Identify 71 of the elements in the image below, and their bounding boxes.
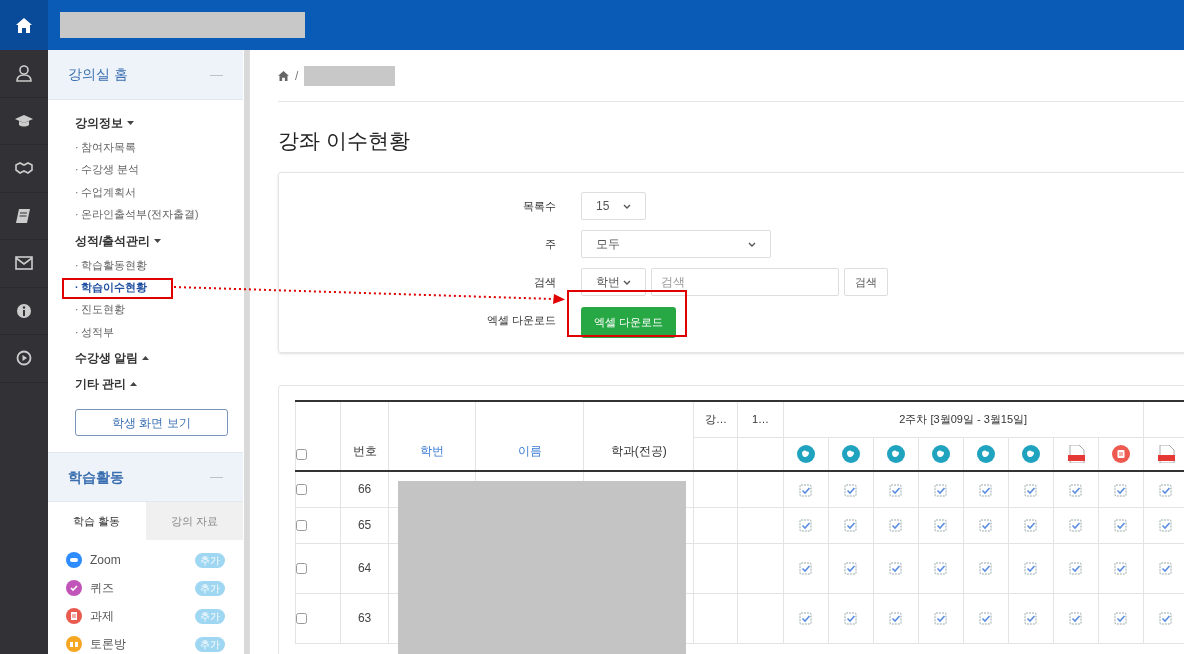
menu-item[interactable]: · 학습이수현황 (75, 275, 243, 299)
field-label: 엑셀 다운로드 (485, 312, 556, 328)
mail-icon[interactable] (15, 254, 33, 273)
select-field[interactable]: 15 (581, 192, 646, 220)
assignment-icon[interactable] (1111, 445, 1130, 464)
activity-label[interactable]: Zoom (90, 551, 195, 570)
caret-icon[interactable] (142, 356, 150, 361)
section-heading[interactable]: 성적/출석관리 (75, 231, 151, 250)
section-heading[interactable]: 강의정보 (75, 114, 123, 132)
table-cell: 66 (340, 471, 389, 507)
menu-item[interactable]: · 참여자목록 (75, 136, 243, 159)
book-icon[interactable] (15, 206, 33, 225)
checkbox[interactable] (296, 612, 307, 624)
menu-item[interactable]: · 수강생 분석 (75, 158, 243, 181)
panel-title: 학습활동 (68, 467, 124, 487)
page-title: 강좌 이수현황 (278, 128, 411, 154)
section-heading[interactable]: 수강생 알림 (75, 349, 139, 368)
home-icon[interactable] (278, 70, 289, 81)
activity-label[interactable]: 퀴즈 (90, 579, 195, 598)
checkbox[interactable] (296, 483, 307, 495)
activity-icon (66, 608, 82, 625)
home-icon (16, 17, 32, 33)
select-field[interactable]: 학번 (581, 268, 646, 296)
field-label: 목록수 (522, 198, 556, 214)
chevron-down-icon (623, 279, 631, 285)
info-icon[interactable] (15, 301, 33, 320)
column-header: 2주차 [3월09일 - 3월15일] (783, 401, 1144, 437)
chevron-down-icon (623, 203, 631, 209)
activity-icon (66, 552, 82, 569)
column-header: 1… (737, 401, 783, 437)
play-icon[interactable] (15, 349, 33, 368)
menu-item[interactable]: · 학습활동현황 (75, 253, 243, 276)
field-label: 검색 (533, 274, 556, 290)
video-icon[interactable] (1021, 445, 1040, 464)
table-cell: 64 (340, 543, 389, 593)
menu-item[interactable]: · 진도현황 (75, 298, 243, 321)
panel-title: 강의실 홈 (68, 65, 128, 84)
section-heading[interactable]: 기타 관리 (75, 375, 127, 394)
menu-item[interactable]: · 수업계획서 (75, 180, 243, 204)
checkbox[interactable] (296, 519, 307, 531)
search-field[interactable]: 검색 (651, 268, 839, 296)
field-label: 주 (544, 236, 556, 252)
tab[interactable]: 강의 자료 (145, 502, 243, 541)
scrollbar[interactable] (244, 50, 249, 654)
caret-icon[interactable] (127, 121, 134, 125)
caret-icon[interactable] (154, 238, 162, 243)
column-header: 강… (693, 401, 738, 437)
table-cell: 63 (340, 593, 389, 643)
menu-item[interactable]: · 성적부 (75, 320, 243, 344)
checkbox[interactable] (296, 449, 307, 460)
home-button[interactable] (0, 0, 48, 50)
user-icon[interactable] (15, 64, 33, 83)
chevron-down-icon (748, 241, 756, 247)
checkbox[interactable] (296, 562, 307, 574)
table-cell: 65 (340, 507, 389, 543)
activity-icon (66, 580, 82, 597)
activity-label[interactable]: 토론방 (90, 635, 195, 654)
select-field[interactable]: 모두 (581, 230, 771, 258)
pdf-icon[interactable] (1156, 445, 1175, 464)
caret-icon[interactable] (130, 382, 138, 387)
student-view-button[interactable]: 학생 화면 보기 (75, 409, 228, 437)
video-icon[interactable] (931, 445, 950, 464)
video-icon[interactable] (886, 445, 905, 464)
activity-label[interactable]: 과제 (90, 607, 195, 626)
breadcrumb-separator: / (295, 67, 299, 85)
video-icon[interactable] (976, 445, 995, 464)
search-button[interactable]: 검색 (844, 268, 888, 296)
pdf-icon[interactable] (1066, 445, 1085, 464)
video-icon[interactable] (841, 445, 860, 464)
video-icon[interactable] (796, 445, 815, 464)
menu-item[interactable]: · 온라인출석부(전자출결) (75, 203, 243, 226)
